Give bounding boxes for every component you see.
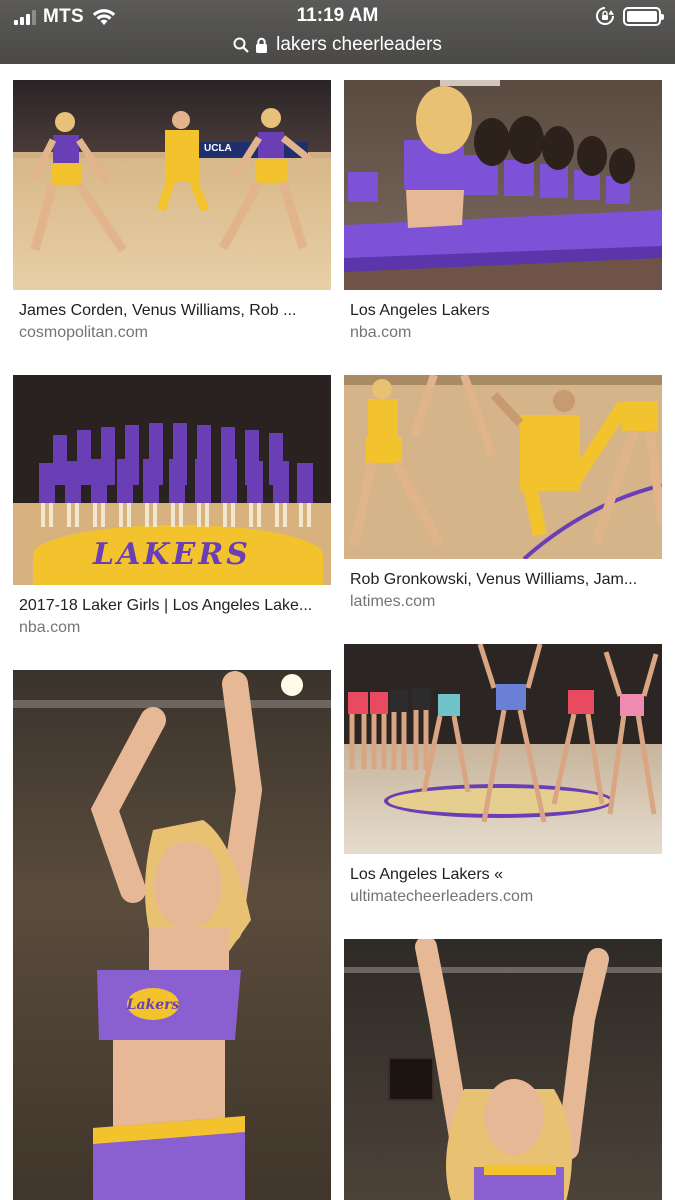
image-result[interactable]: Los Angeles Lakers nba.com: [344, 80, 662, 375]
results-column-right: Los Angeles Lakers nba.com Rob Gronkowsk…: [344, 80, 662, 1200]
dance-line-figures: [348, 644, 659, 823]
result-title: Rob Gronkowski, Venus Williams, Jam...: [350, 571, 638, 588]
dancers-figures: [29, 108, 316, 253]
result-caption: 2017-18 Laker Girls | Los Angeles Lake..…: [13, 585, 331, 670]
dancing-figures: [349, 375, 662, 559]
result-thumbnail[interactable]: UCLA: [13, 80, 331, 290]
result-caption: Rob Gronkowski, Venus Williams, Jam... l…: [344, 559, 662, 644]
browser-top-bar: MTS 11:19 AM lakers cheerleaders: [0, 0, 675, 64]
result-caption: Los Angeles Lakers nba.com: [344, 290, 662, 375]
image-result[interactable]: [344, 939, 662, 1200]
result-source: latimes.com: [350, 593, 436, 610]
image-result[interactable]: Rob Gronkowski, Venus Williams, Jam... l…: [344, 375, 662, 644]
cheerleader-figure: Lakers: [90, 671, 263, 1200]
image-result[interactable]: Lakers: [13, 670, 331, 1200]
rotation-lock-icon: [596, 7, 614, 25]
result-thumbnail[interactable]: Lakers: [13, 670, 331, 1200]
url-bar[interactable]: lakers cheerleaders: [0, 33, 675, 57]
result-title: James Corden, Venus Williams, Rob ...: [19, 302, 297, 319]
status-right: [595, 6, 664, 26]
status-clock: 11:19 AM: [296, 5, 379, 26]
url-text: lakers cheerleaders: [276, 34, 442, 55]
image-result[interactable]: UCLA James Corden, Venus Williams, Rob .…: [13, 80, 331, 375]
result-source: nba.com: [350, 324, 412, 341]
team-photo-figures: [39, 423, 313, 527]
result-thumbnail[interactable]: LAKERS: [13, 375, 331, 585]
result-title: Los Angeles Lakers «: [350, 866, 503, 883]
result-source: nba.com: [19, 619, 81, 636]
svg-text:Lakers: Lakers: [126, 997, 180, 1013]
image-result[interactable]: Los Angeles Lakers « ultimatecheerleader…: [344, 644, 662, 939]
result-thumbnail[interactable]: [344, 644, 662, 854]
result-thumbnail[interactable]: [344, 80, 662, 290]
result-source: ultimatecheerleaders.com: [350, 888, 534, 905]
result-title: 2017-18 Laker Girls | Los Angeles Lake..…: [19, 597, 313, 614]
search-icon: [233, 37, 249, 53]
result-thumbnail[interactable]: [344, 939, 662, 1200]
lock-icon: [256, 37, 268, 53]
cheerleader-figure: [415, 939, 609, 1200]
result-title: Los Angeles Lakers: [350, 302, 490, 319]
result-caption: James Corden, Venus Williams, Rob ... co…: [13, 290, 331, 375]
dancers-row-figures: [344, 80, 662, 290]
result-source: cosmopolitan.com: [19, 324, 148, 341]
results-column-left: UCLA James Corden, Venus Williams, Rob .…: [13, 80, 331, 1200]
result-caption: Los Angeles Lakers « ultimatecheerleader…: [344, 854, 662, 939]
image-result[interactable]: LAKERS 2017-18 Laker Girls | Los Angeles…: [13, 375, 331, 670]
battery-icon: [623, 6, 664, 26]
result-thumbnail[interactable]: [344, 375, 662, 559]
